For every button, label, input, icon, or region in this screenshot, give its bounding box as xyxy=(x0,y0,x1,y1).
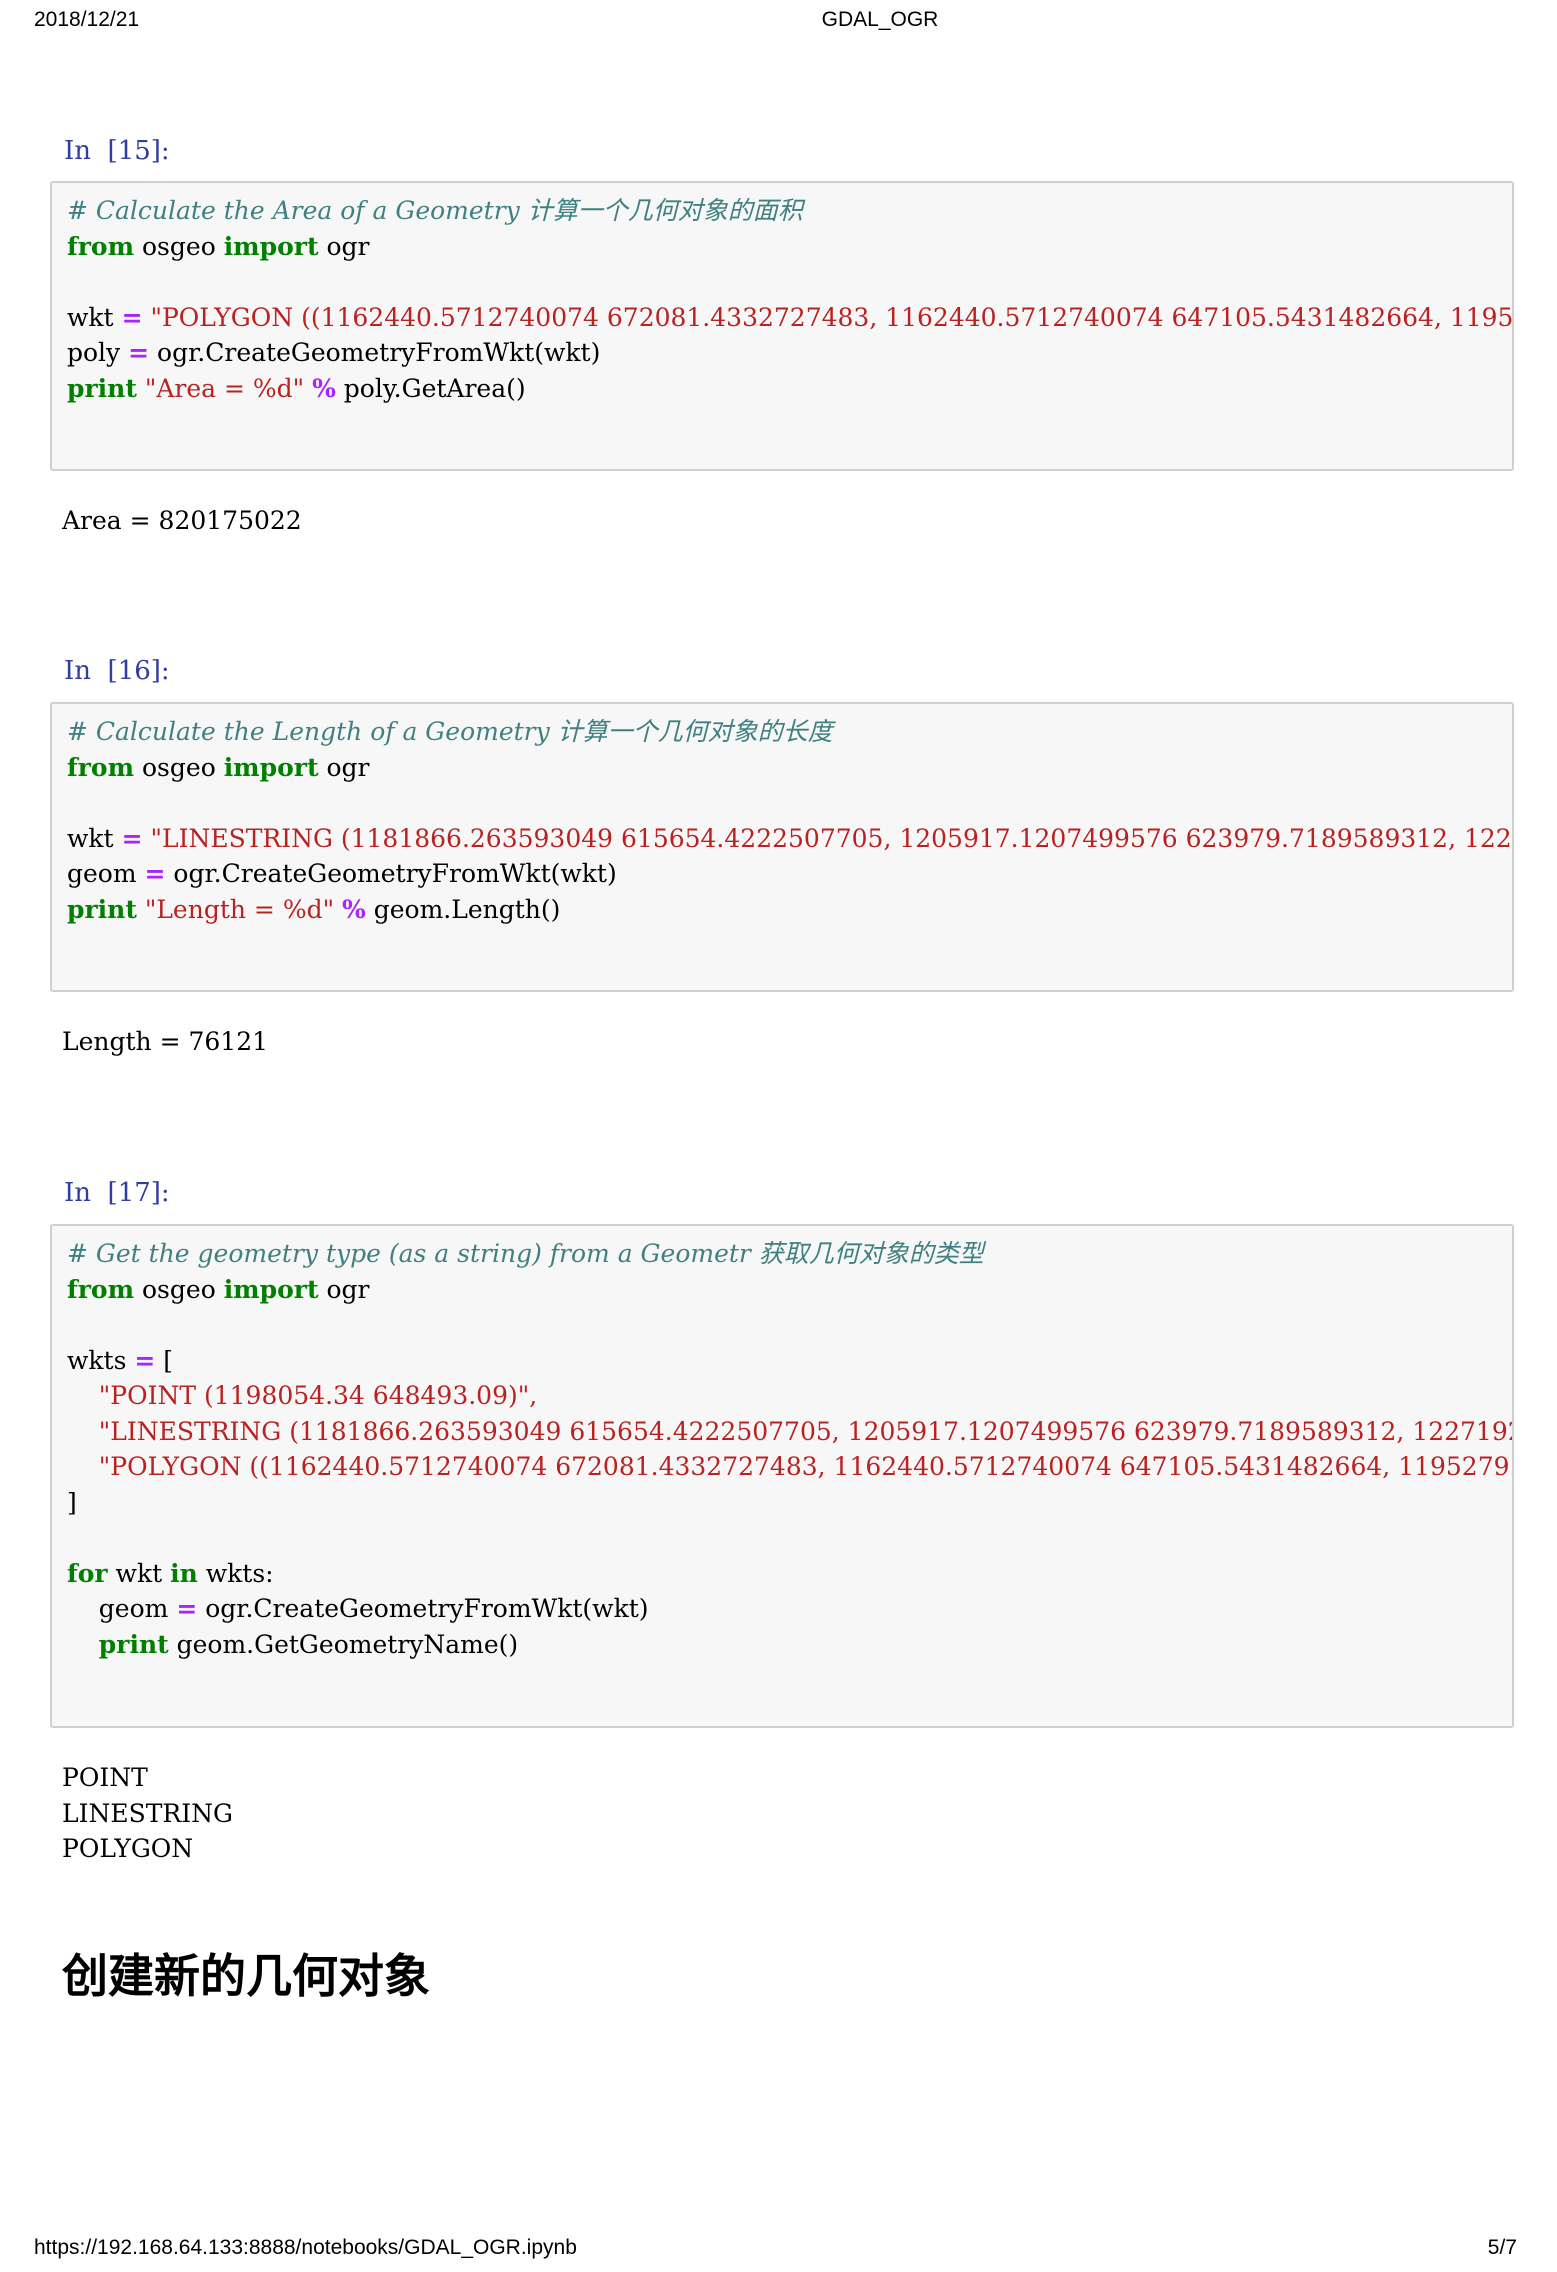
code-call: poly.GetArea() xyxy=(335,373,526,403)
module-name: osgeo xyxy=(134,752,224,782)
kw-print: print xyxy=(98,1629,169,1659)
var-wkt: wkt xyxy=(67,302,114,332)
code-call: geom.GetGeometryName() xyxy=(168,1629,519,1659)
cell-15-input[interactable]: # Calculate the Area of a Geometry 计算一个几… xyxy=(50,181,1514,471)
output-text: Length = 76121 xyxy=(62,1027,269,1056)
cell-15-output: Area = 820175022 xyxy=(62,503,302,539)
kw-in: in xyxy=(170,1558,198,1588)
string-format: "Length = %d" xyxy=(144,894,335,924)
code-call: ogr.CreateGeometryFromWkt(wkt) xyxy=(149,338,601,367)
kw-print: print xyxy=(67,894,137,924)
op-eq: = xyxy=(128,338,150,367)
code-comment: # Calculate the Length of a Geometry 计算一… xyxy=(67,717,833,746)
op-eq: = xyxy=(134,1345,156,1375)
cell-17-prompt: In [17]: xyxy=(64,1178,170,1208)
cell-17-output: POINT LINESTRING POLYGON xyxy=(62,1760,233,1867)
var-wkts: wkts xyxy=(67,1345,127,1375)
output-line: POLYGON xyxy=(62,1834,194,1863)
string-wkt-point: "POINT (1198054.34 648493.09)", xyxy=(98,1381,538,1410)
close-bracket: ] xyxy=(67,1487,77,1517)
print-title: GDAL_OGR xyxy=(821,8,939,31)
op-eq: = xyxy=(121,823,143,853)
string-wkt-linestring: "LINESTRING (1181866.263593049 615654.42… xyxy=(98,1416,1514,1446)
output-line: POINT xyxy=(62,1763,148,1792)
import-name: ogr xyxy=(318,1274,370,1304)
page-number: 5/7 xyxy=(1487,2236,1517,2259)
print-url: https://192.168.64.133:8888/notebooks/GD… xyxy=(34,2236,577,2259)
code-call: geom.Length() xyxy=(365,894,561,924)
kw-print: print xyxy=(67,373,137,403)
output-line: LINESTRING xyxy=(62,1798,233,1828)
op-percent: % xyxy=(342,894,366,924)
kw-for: for xyxy=(67,1558,108,1588)
string-wkt: "POLYGON ((1162440.5712740074 672081.433… xyxy=(150,302,1514,332)
var-wkt: wkt xyxy=(67,823,114,853)
op-eq: = xyxy=(176,1594,198,1623)
module-name: osgeo xyxy=(134,231,224,261)
import-name: ogr xyxy=(318,752,370,782)
code-block: # Calculate the Area of a Geometry 计算一个几… xyxy=(52,183,1512,406)
kw-import: import xyxy=(223,231,319,261)
var-wkt: wkt xyxy=(107,1558,171,1588)
code-comment: # Get the geometry type (as a string) fr… xyxy=(67,1239,984,1268)
op-eq: = xyxy=(121,302,143,332)
import-name: ogr xyxy=(318,231,370,261)
kw-import: import xyxy=(223,1274,319,1304)
output-text: Area = 820175022 xyxy=(62,506,302,535)
section-heading: 创建新的几何对象 xyxy=(62,1949,430,2003)
code-comment: # Calculate the Area of a Geometry 计算一个几… xyxy=(67,196,803,225)
print-header: 2018/12/21 GDAL_OGR xyxy=(0,0,1557,40)
cell-16-input[interactable]: # Calculate the Length of a Geometry 计算一… xyxy=(50,702,1514,992)
code-block: # Get the geometry type (as a string) fr… xyxy=(52,1226,1512,1662)
code-iter: wkts: xyxy=(197,1558,274,1588)
cell-17-input[interactable]: # Get the geometry type (as a string) fr… xyxy=(50,1224,1514,1728)
op-eq: = xyxy=(144,859,166,888)
kw-from: from xyxy=(67,752,135,782)
module-name: osgeo xyxy=(134,1274,224,1304)
code-block: # Calculate the Length of a Geometry 计算一… xyxy=(52,704,1512,927)
cell-16-prompt: In [16]: xyxy=(64,656,170,686)
print-footer: https://192.168.64.133:8888/notebooks/GD… xyxy=(0,2226,1557,2272)
code-call: ogr.CreateGeometryFromWkt(wkt) xyxy=(197,1594,649,1623)
var-geom: geom xyxy=(98,1594,169,1623)
kw-from: from xyxy=(67,231,135,261)
kw-from: from xyxy=(67,1274,135,1304)
var-geom: geom xyxy=(67,859,137,888)
var-poly: poly xyxy=(67,338,121,367)
string-wkt-polygon: "POLYGON ((1162440.5712740074 672081.433… xyxy=(98,1452,1514,1481)
op-percent: % xyxy=(312,373,336,403)
open-bracket: [ xyxy=(155,1345,174,1375)
string-wkt: "LINESTRING (1181866.263593049 615654.42… xyxy=(150,823,1514,853)
code-call: ogr.CreateGeometryFromWkt(wkt) xyxy=(165,859,617,888)
cell-15-prompt: In [15]: xyxy=(64,136,170,166)
string-format: "Area = %d" xyxy=(144,373,305,403)
cell-16-output: Length = 76121 xyxy=(62,1024,268,1060)
kw-import: import xyxy=(223,752,319,782)
